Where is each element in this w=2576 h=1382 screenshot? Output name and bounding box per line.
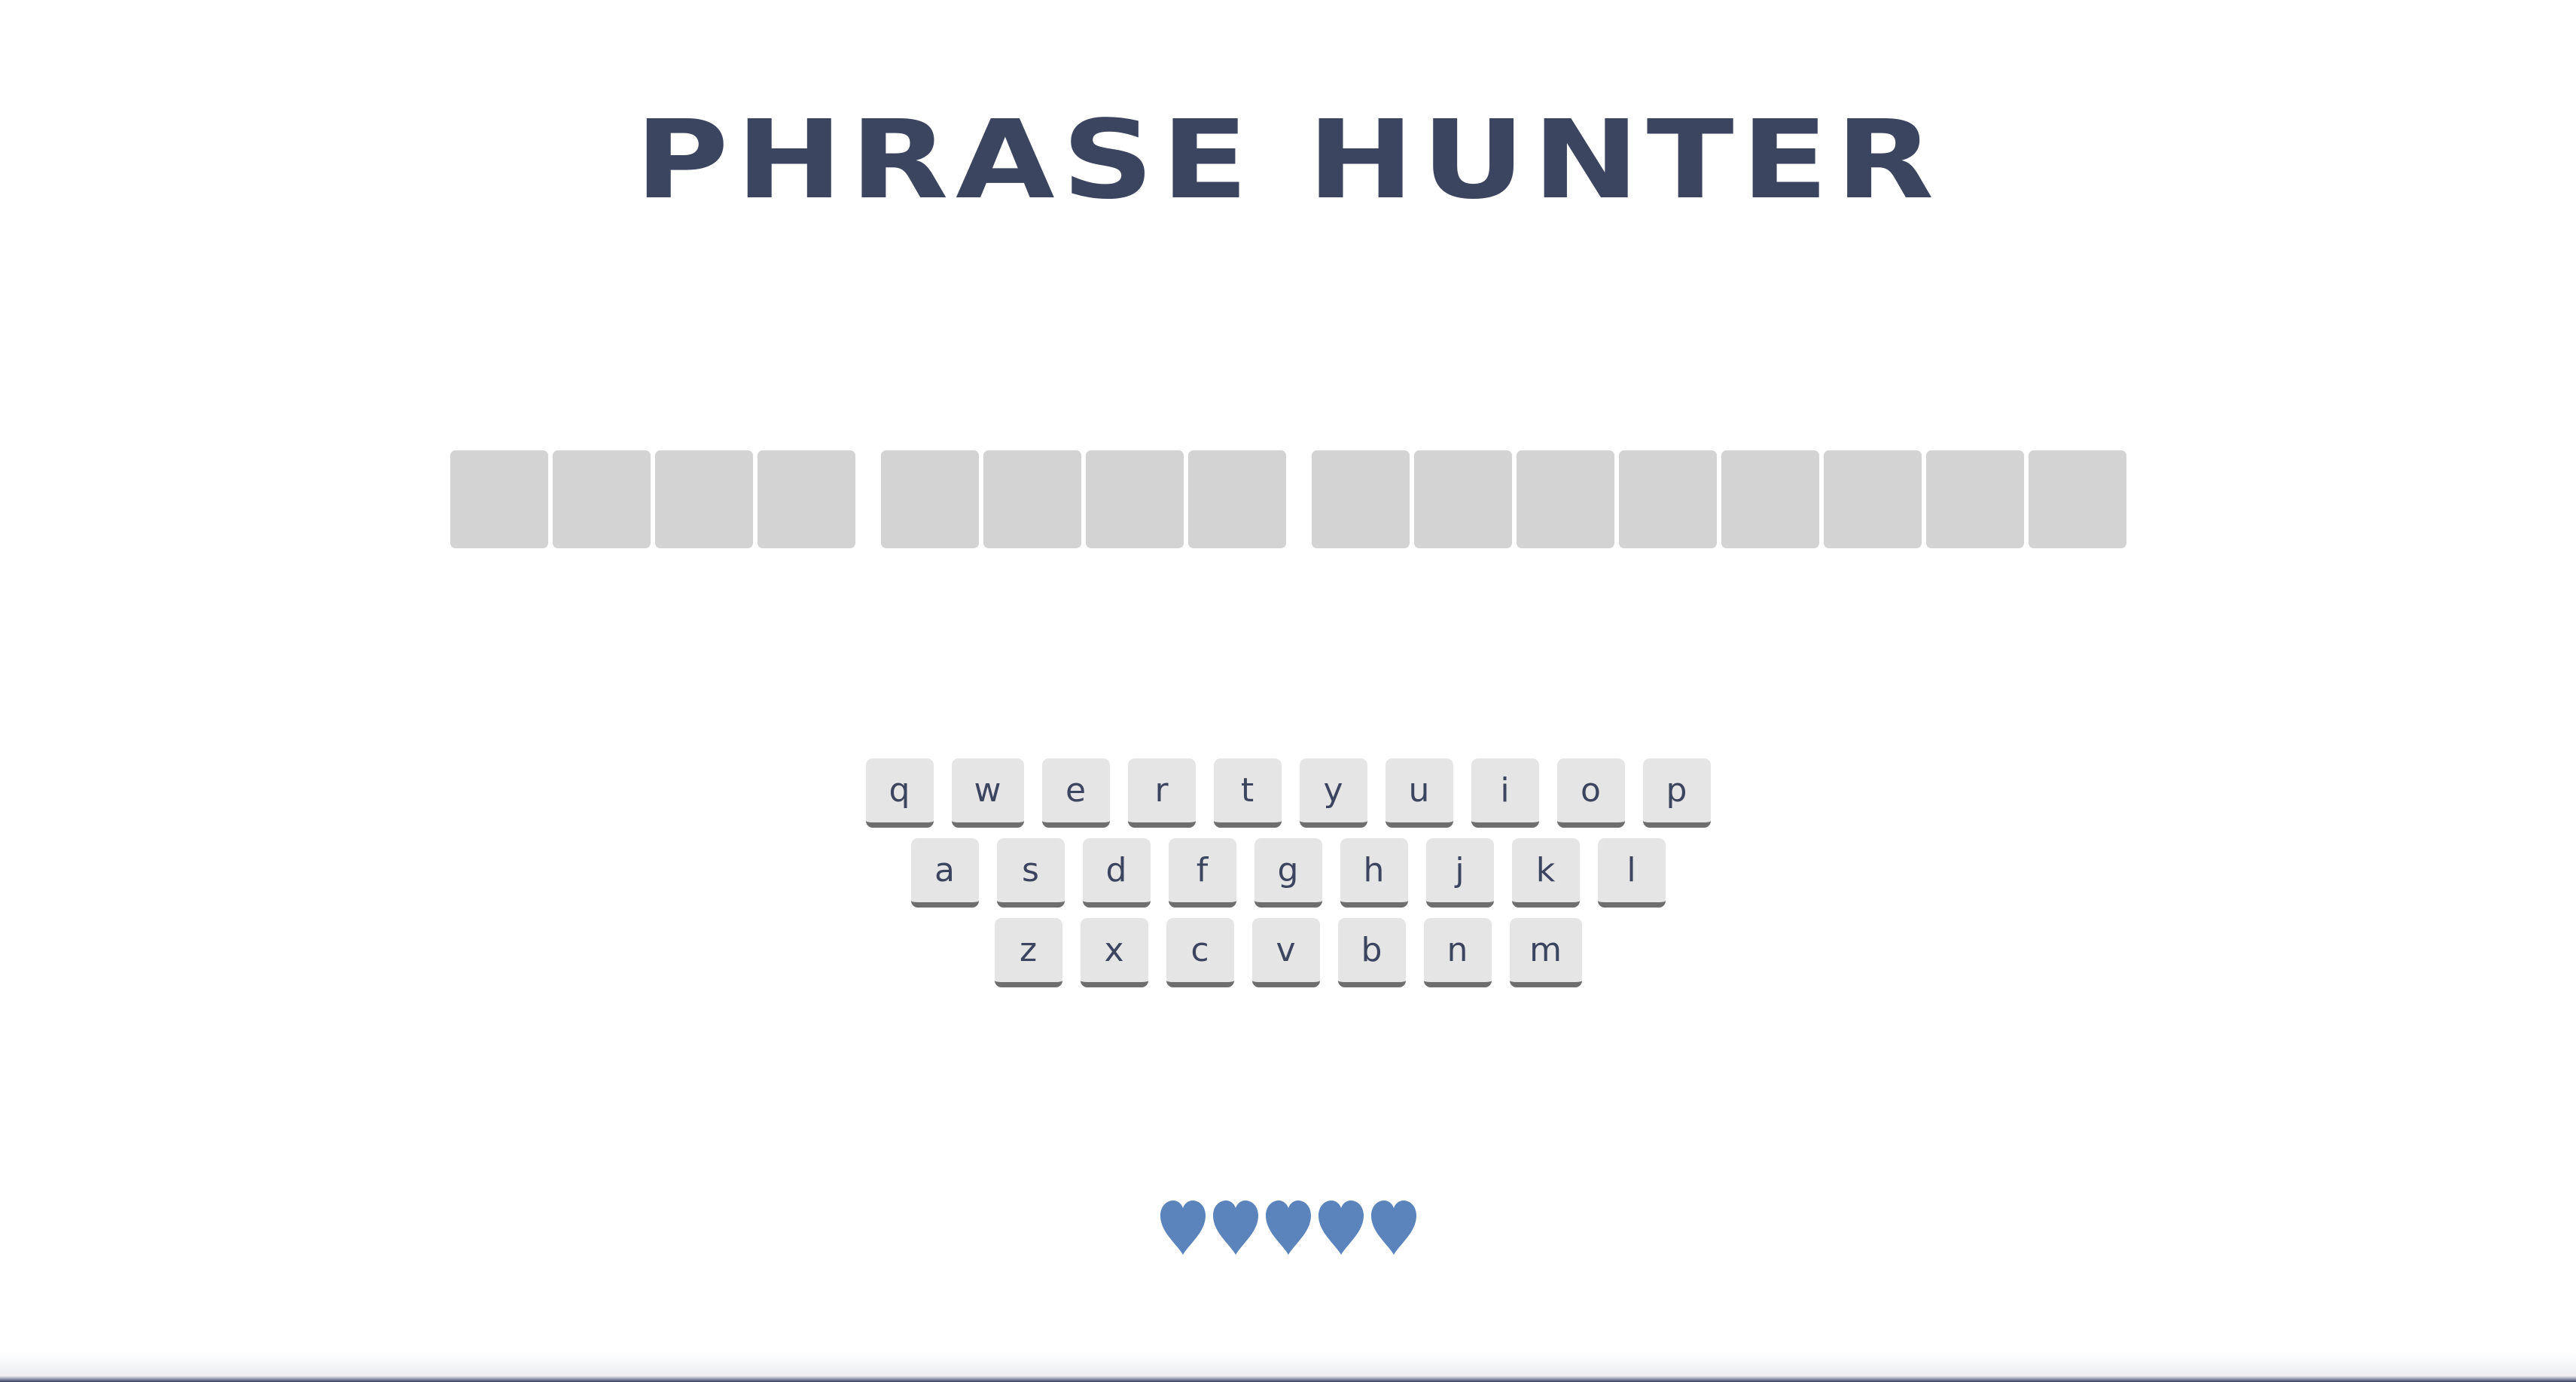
key-a[interactable]: a [910,838,979,908]
letter-box [2028,450,2126,548]
key-r[interactable]: r [1127,758,1196,828]
key-e[interactable]: e [1041,758,1110,828]
phrase-letters [448,450,2129,548]
key-p[interactable]: p [1642,758,1711,828]
letter-box [1823,450,1922,548]
phrase-board [0,450,2576,548]
letter-box [983,450,1081,548]
key-m[interactable]: m [1509,918,1582,987]
key-c[interactable]: c [1166,918,1234,987]
word-space [1288,450,1309,548]
key-g[interactable]: g [1254,838,1322,908]
key-w[interactable]: w [951,758,1024,828]
letter-box [450,450,548,548]
letter-box [757,450,855,548]
key-l[interactable]: l [1597,838,1666,908]
key-i[interactable]: i [1471,758,1539,828]
letter-box [1413,450,1512,548]
letter-box [1618,450,1717,548]
key-s[interactable]: s [996,838,1065,908]
key-k[interactable]: k [1511,838,1580,908]
key-h[interactable]: h [1340,838,1408,908]
key-b[interactable]: b [1337,918,1406,987]
key-o[interactable]: o [1556,758,1625,828]
heart-icon [1318,1200,1364,1255]
heart-icon [1212,1200,1258,1255]
letter-box [880,450,979,548]
key-x[interactable]: x [1080,918,1148,987]
key-u[interactable]: u [1385,758,1453,828]
heart-icon [1265,1200,1311,1255]
key-z[interactable]: z [994,918,1062,987]
letter-box [1085,450,1184,548]
letter-box [552,450,651,548]
key-f[interactable]: f [1168,838,1236,908]
letter-box [1516,450,1614,548]
key-t[interactable]: t [1213,758,1282,828]
key-v[interactable]: v [1251,918,1320,987]
letter-box [1187,450,1286,548]
lives-scoreboard [0,1197,2576,1258]
heart-icon [1160,1200,1206,1255]
letter-box [654,450,753,548]
letter-box [1721,450,1819,548]
key-y[interactable]: y [1299,758,1367,828]
page-title: PHRASE HUNTER [635,96,1941,223]
key-q[interactable]: q [865,758,934,828]
keyboard-row-3: z x c v b n m [0,918,2576,987]
letter-box [1311,450,1410,548]
heart-icon [1370,1200,1416,1255]
key-j[interactable]: j [1425,838,1494,908]
onscreen-keyboard: q w e r t y u i o p a s d f g h j k l z … [0,758,2576,998]
bottom-shadow [0,1352,2576,1382]
word-space [858,450,879,548]
keyboard-row-2: a s d f g h j k l [0,838,2576,908]
key-d[interactable]: d [1082,838,1151,908]
key-n[interactable]: n [1423,918,1492,987]
keyboard-row-1: q w e r t y u i o p [0,758,2576,828]
letter-box [1925,450,2024,548]
